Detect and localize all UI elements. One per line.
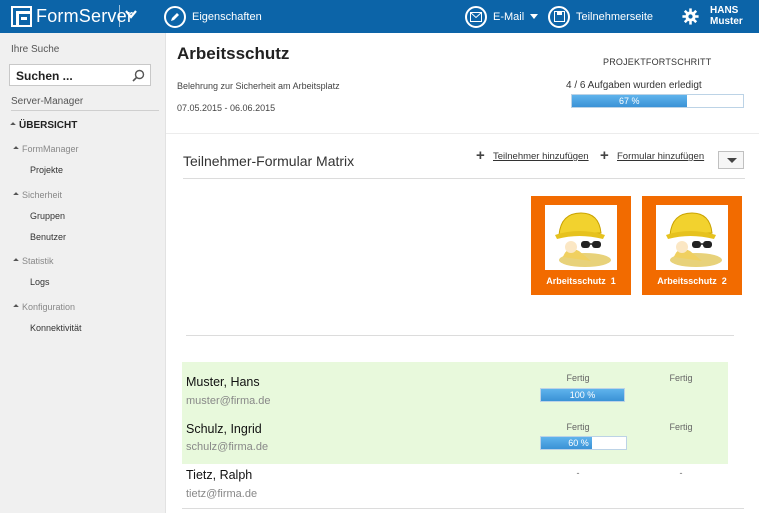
project-progress-bar: 67 % xyxy=(571,94,744,108)
server-manager-label: Server-Manager xyxy=(11,96,84,107)
nav-group-label: Statistik xyxy=(22,256,54,266)
sidebar-item-benutzer[interactable]: Benutzer xyxy=(30,232,66,242)
participant-page-label: Teilnehmerseite xyxy=(576,10,654,23)
status-label: - xyxy=(576,468,580,478)
top-bar: FormServer Eigenschaften E-Mail Teilnehm… xyxy=(0,0,759,33)
matrix-title: Teilnehmer-Formular Matrix xyxy=(183,153,355,169)
progress-text: 60 % xyxy=(568,438,589,448)
nav-overview[interactable]: ÜBERSICHT xyxy=(10,120,78,131)
nav-group-formmanager[interactable]: FormManager xyxy=(13,144,79,154)
plus-icon: + xyxy=(600,147,609,164)
pencil-icon xyxy=(164,5,186,28)
nav-overview-label: ÜBERSICHT xyxy=(19,120,78,131)
form-card-label: Arbeitsschutz 1 xyxy=(546,276,616,286)
expand-icon xyxy=(13,146,19,152)
participant-progress-bar: 60 % xyxy=(540,436,627,450)
email-button[interactable]: E-Mail xyxy=(465,0,539,33)
project-dates: 07.05.2015 - 06.06.2015 xyxy=(177,103,276,113)
participant-email: schulz@firma.de xyxy=(186,441,269,453)
save-icon xyxy=(548,5,570,28)
sidebar: Ihre Suche Suchen ... Server-Manager ÜBE… xyxy=(0,33,166,513)
expand-icon xyxy=(13,258,19,264)
caret-down-icon xyxy=(530,13,539,19)
page-title: Arbeitsschutz xyxy=(177,44,290,63)
sidebar-item-gruppen[interactable]: Gruppen xyxy=(30,211,65,221)
chevron-down-icon[interactable] xyxy=(124,7,138,21)
properties-label: Eigenschaften xyxy=(192,10,262,23)
app-logo[interactable]: FormServer xyxy=(11,6,133,27)
properties-button[interactable]: Eigenschaften xyxy=(164,0,262,33)
project-subtitle: Belehrung zur Sicherheit am Arbeitsplatz xyxy=(177,81,340,91)
tasks-done-text: 4 / 6 Aufgaben wurden erledigt xyxy=(566,80,702,91)
participant-page-button[interactable]: Teilnehmerseite xyxy=(548,0,653,33)
envelope-icon xyxy=(465,5,487,28)
hardhat-image xyxy=(545,205,617,270)
participant-email: tietz@firma.de xyxy=(186,488,258,500)
search-placeholder: Suchen ... xyxy=(16,69,73,83)
matrix-panel: Teilnehmer-Formular Matrix + Teilnehmer … xyxy=(166,134,759,513)
expand-icon xyxy=(10,122,16,128)
nav-group-konfiguration[interactable]: Konfiguration xyxy=(13,302,76,312)
nav-group-label: FormManager xyxy=(22,144,79,154)
participant-progress-bar: 100 % xyxy=(540,388,625,402)
divider xyxy=(186,335,734,336)
form-card-label: Arbeitsschutz 2 xyxy=(657,276,727,286)
search-section-label: Ihre Suche xyxy=(11,44,60,55)
nav-group-label: Konfiguration xyxy=(22,302,76,312)
status-label: - xyxy=(679,468,683,478)
email-label: E-Mail xyxy=(493,10,525,23)
form-card-2[interactable]: Arbeitsschutz 2 xyxy=(642,196,742,295)
user-menu[interactable]: HANS Muster xyxy=(710,5,743,27)
divider xyxy=(182,508,744,509)
status-label: Fertig xyxy=(566,422,590,432)
search-input[interactable]: Suchen ... xyxy=(9,64,151,86)
nav-group-label: Sicherheit xyxy=(22,190,63,200)
nav-group-statistik[interactable]: Statistik xyxy=(13,256,54,266)
sidebar-item-konnektivitaet[interactable]: Konnektivität xyxy=(30,323,82,333)
formserver-logo-icon xyxy=(11,6,32,27)
gear-icon[interactable] xyxy=(682,8,699,25)
hardhat-image xyxy=(656,205,728,270)
sidebar-item-projekte[interactable]: Projekte xyxy=(30,165,63,175)
add-participant-link[interactable]: Teilnehmer hinzufügen xyxy=(493,151,589,162)
matrix-options-dropdown[interactable] xyxy=(718,151,744,169)
participant-name[interactable]: Tietz, Ralph xyxy=(186,468,252,482)
status-label: Fertig xyxy=(669,373,693,383)
user-last-name: Muster xyxy=(710,16,743,27)
participant-name[interactable]: Schulz, Ingrid xyxy=(186,422,262,436)
add-form-link[interactable]: Formular hinzufügen xyxy=(617,151,704,162)
plus-icon: + xyxy=(476,147,485,164)
user-first-name: HANS xyxy=(710,5,739,16)
form-card-1[interactable]: Arbeitsschutz 1 xyxy=(531,196,631,295)
participant-name[interactable]: Muster, Hans xyxy=(186,375,260,389)
participant-email: muster@firma.de xyxy=(186,395,271,407)
search-icon[interactable] xyxy=(132,69,145,82)
progress-text: 100 % xyxy=(569,390,596,400)
sidebar-item-logs[interactable]: Logs xyxy=(30,277,50,287)
divider xyxy=(11,110,159,111)
nav-group-sicherheit[interactable]: Sicherheit xyxy=(13,190,63,200)
project-header: Arbeitsschutz Belehrung zur Sicherheit a… xyxy=(166,33,759,134)
progress-label: PROJEKTFORTSCHRITT xyxy=(603,57,712,67)
status-label: Fertig xyxy=(669,422,693,432)
divider xyxy=(183,178,745,179)
expand-icon xyxy=(13,192,19,198)
progress-text: 67 % xyxy=(619,96,640,106)
divider xyxy=(119,5,120,27)
status-label: Fertig xyxy=(566,373,590,383)
expand-icon xyxy=(13,304,19,310)
